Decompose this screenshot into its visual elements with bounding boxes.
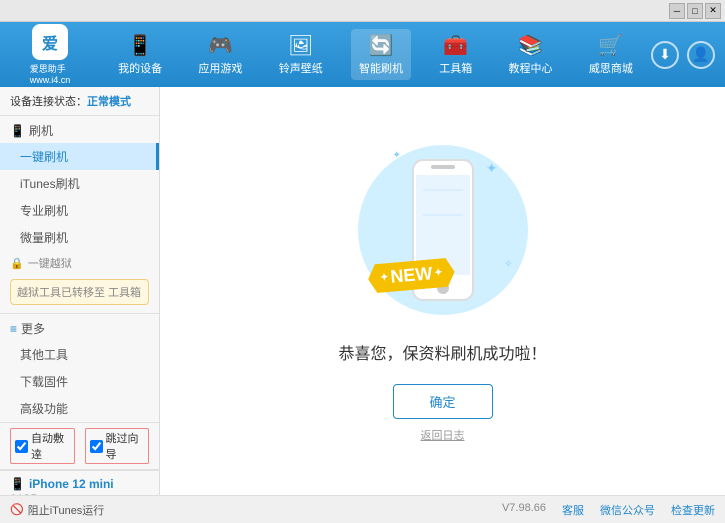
- sidebar-item-micro-flash[interactable]: 微量刷机: [0, 224, 159, 251]
- device-icon: 📱: [10, 477, 25, 491]
- store-icon: 🛒: [598, 33, 623, 58]
- status-value: 正常模式: [87, 96, 131, 108]
- sidebar-item-download-firmware[interactable]: 下载固件: [0, 368, 159, 395]
- lock-icon: 🔒: [10, 257, 24, 270]
- logo-text: 爱思助手 www.i4.cn: [30, 62, 71, 85]
- nav-toolbox[interactable]: 🧰 工具箱: [431, 29, 480, 80]
- status-right: V7.98.66 客服 微信公众号 检查更新: [502, 502, 715, 518]
- sidebar: 设备连接状态：正常模式 📱 刷机 一键刷机 iTunes刷机 专业刷机 微量刷机…: [0, 87, 160, 495]
- skip-wizard-checkbox[interactable]: 跳过向导: [85, 428, 150, 464]
- restore-button[interactable]: □: [687, 3, 703, 19]
- block-itunes-text: 阻止iTunes运行: [28, 502, 105, 518]
- my-device-icon: 📱: [128, 33, 153, 58]
- close-button[interactable]: ✕: [705, 3, 721, 19]
- sidebar-item-itunes-flash[interactable]: iTunes刷机: [0, 170, 159, 197]
- sidebar-item-pro-flash[interactable]: 专业刷机: [0, 197, 159, 224]
- warning-box: 越狱工具已转移至 工具箱: [10, 279, 149, 305]
- nav-tutorial-label: 教程中心: [509, 60, 553, 76]
- flash-section-icon: 📱: [10, 124, 25, 138]
- new-star-right: ✦: [433, 267, 442, 279]
- nav-tutorial[interactable]: 📚 教程中心: [501, 29, 561, 80]
- new-star-left: ✦: [379, 272, 388, 284]
- nav-smart-flash-label: 智能刷机: [359, 60, 403, 76]
- flash-section-title: 📱 刷机: [0, 116, 159, 143]
- locked-section: 🔒 一键越狱: [0, 251, 159, 275]
- header-right: ⬇ 👤: [651, 41, 715, 69]
- download-button[interactable]: ⬇: [651, 41, 679, 69]
- version-text: V7.98.66: [502, 502, 546, 518]
- nav-apps-games-label: 应用游戏: [198, 60, 242, 76]
- nav-my-device[interactable]: 📱 我的设备: [110, 29, 170, 80]
- back-link[interactable]: 返回日志: [421, 427, 465, 443]
- success-illustration: ✦ ✦ ✧ ✦: [363, 140, 523, 320]
- apps-games-icon: 🎮: [208, 33, 233, 58]
- device-storage: 64GB: [10, 493, 149, 495]
- sidebar-item-other-tools[interactable]: 其他工具: [0, 341, 159, 368]
- new-text: NEW: [389, 263, 433, 288]
- more-section-icon: ≡: [10, 322, 17, 336]
- wechat-link[interactable]: 微信公众号: [600, 502, 655, 518]
- status-left: 🚫 阻止iTunes运行: [10, 502, 104, 518]
- block-itunes-icon: 🚫: [10, 503, 24, 516]
- check-update-link[interactable]: 检查更新: [671, 502, 715, 518]
- tutorial-icon: 📚: [518, 33, 543, 58]
- content-area: ✦ ✦ ✧ ✦: [160, 87, 725, 495]
- checkbox-row: 自动敷逹 跳过向导: [0, 422, 159, 470]
- nav-bar: 📱 我的设备 🎮 应用游戏 🖼 铃声壁纸 🔄 智能刷机 🧰 工具箱 📚 教程中心: [100, 29, 651, 80]
- user-button[interactable]: 👤: [687, 41, 715, 69]
- customer-service-link[interactable]: 客服: [562, 502, 584, 518]
- sparkle-2: ✦: [393, 150, 401, 161]
- ringtones-icon: 🖼: [288, 33, 313, 58]
- main-layout: 设备连接状态：正常模式 📱 刷机 一键刷机 iTunes刷机 专业刷机 微量刷机…: [0, 87, 725, 495]
- connection-status: 设备连接状态：正常模式: [0, 87, 159, 116]
- skip-wizard-input[interactable]: [90, 440, 103, 453]
- toolbox-icon: 🧰: [443, 33, 468, 58]
- status-bar-bottom: 🚫 阻止iTunes运行 V7.98.66 客服 微信公众号 检查更新: [0, 495, 725, 523]
- logo[interactable]: 爱 爱思助手 www.i4.cn: [10, 24, 90, 85]
- minimize-button[interactable]: ─: [669, 3, 685, 19]
- sparkle-1: ✦: [486, 160, 498, 177]
- sparkle-3: ✧: [504, 259, 512, 270]
- nav-my-device-label: 我的设备: [118, 60, 162, 76]
- nav-ringtones-label: 铃声壁纸: [279, 60, 323, 76]
- sidebar-item-one-key-flash[interactable]: 一键刷机: [0, 143, 159, 170]
- nav-store[interactable]: 🛒 威思商城: [581, 29, 641, 80]
- nav-smart-flash[interactable]: 🔄 智能刷机: [351, 29, 411, 80]
- nav-toolbox-label: 工具箱: [439, 60, 472, 76]
- header: 爱 爱思助手 www.i4.cn 📱 我的设备 🎮 应用游戏 🖼 铃声壁纸 🔄 …: [0, 22, 725, 87]
- nav-apps-games[interactable]: 🎮 应用游戏: [190, 29, 250, 80]
- title-bar: ─ □ ✕: [0, 0, 725, 22]
- more-section-title: ≡ 更多: [0, 313, 159, 341]
- sidebar-item-advanced[interactable]: 高级功能: [0, 395, 159, 422]
- nav-store-label: 威思商城: [589, 60, 633, 76]
- auto-send-checkbox[interactable]: 自动敷逹: [10, 428, 75, 464]
- logo-icon: 爱: [32, 24, 68, 60]
- phone-container: ✦ ✦ ✧ ✦: [363, 140, 523, 320]
- confirm-button[interactable]: 确定: [393, 384, 493, 419]
- success-text: 恭喜您，保资料刷机成功啦！: [338, 340, 546, 364]
- device-name: 📱 iPhone 12 mini: [10, 477, 149, 491]
- nav-ringtones[interactable]: 🖼 铃声壁纸: [271, 29, 331, 80]
- auto-send-input[interactable]: [15, 440, 28, 453]
- device-info: 📱 iPhone 12 mini 64GB Down-12mini-13,1: [0, 470, 159, 495]
- smart-flash-icon: 🔄: [369, 33, 394, 58]
